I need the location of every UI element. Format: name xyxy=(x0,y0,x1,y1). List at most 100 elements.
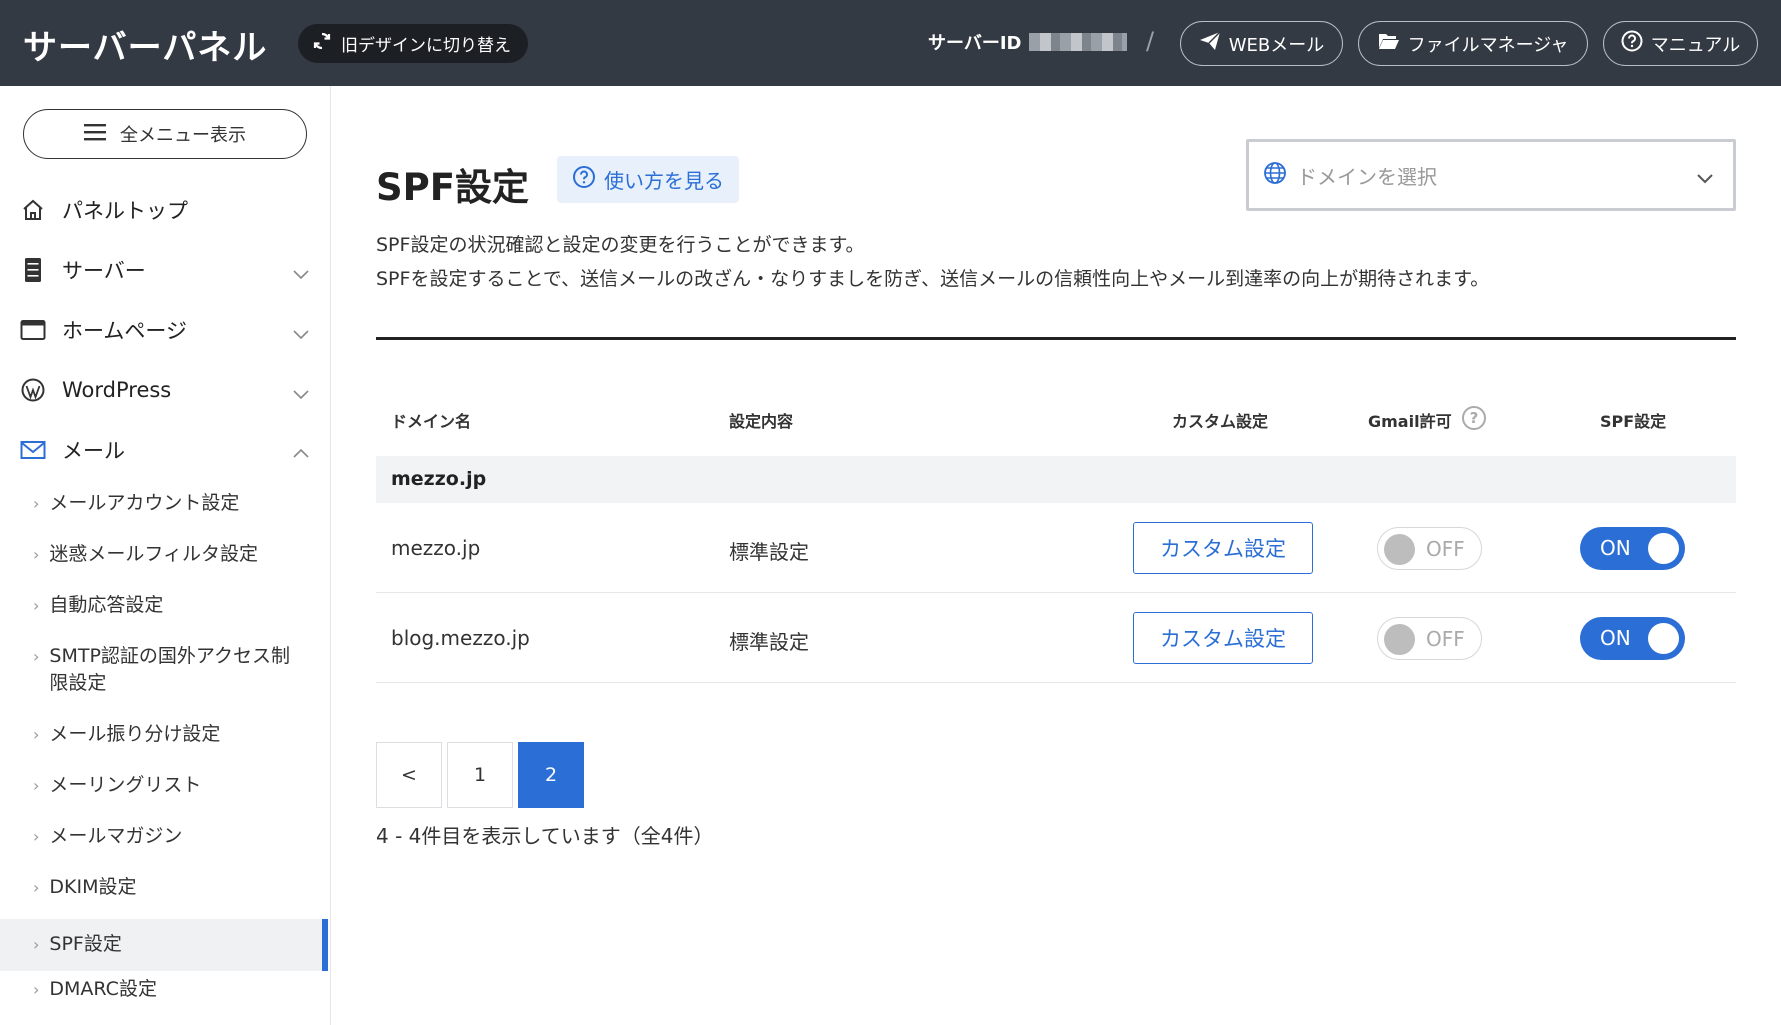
sidebar-item-label: メール xyxy=(62,439,125,463)
file-manager-button[interactable]: ファイルマネージャ xyxy=(1358,21,1588,66)
chevron-up-icon xyxy=(292,441,310,465)
sidebar-sub-mailing-list[interactable]: › メーリングリスト xyxy=(0,772,328,812)
sidebar-sub-mail-magazine[interactable]: › メールマガジン xyxy=(0,823,328,863)
row-setting: 標準設定 xyxy=(729,630,809,654)
wordpress-icon xyxy=(20,377,46,403)
sidebar-sub-label-wrap: SMTP認証の国外アクセス制 限設定 xyxy=(49,643,290,697)
server-id-masked-value xyxy=(1029,33,1128,51)
chevron-right-icon: › xyxy=(33,776,40,795)
chevron-right-icon: › xyxy=(33,494,40,513)
file-manager-label: ファイルマネージャ xyxy=(1407,34,1569,56)
custom-setting-button[interactable]: カスタム設定 xyxy=(1133,522,1313,574)
brand-title[interactable]: サーバーパネル xyxy=(23,20,267,69)
page-title: SPF設定 xyxy=(376,166,530,209)
sidebar-sub-label: 自動応答設定 xyxy=(49,594,164,616)
top-header: サーバーパネル 旧デザインに切り替え サーバーID / WEBメール ファイルマ… xyxy=(0,0,1781,86)
chevron-right-icon: › xyxy=(33,596,40,615)
question-circle-icon xyxy=(1621,30,1643,57)
switch-design-button[interactable]: 旧デザインに切り替え xyxy=(298,24,528,63)
custom-setting-button[interactable]: カスタム設定 xyxy=(1133,612,1313,664)
spf-toggle[interactable]: ON xyxy=(1580,527,1685,570)
domain-select-placeholder: ドメインを選択 xyxy=(1297,164,1437,189)
toggle-state: ON xyxy=(1600,536,1631,560)
sidebar-item-homepage[interactable]: ホームページ xyxy=(0,305,330,355)
row-domain: mezzo.jp xyxy=(391,536,481,560)
chevron-down-icon xyxy=(1695,166,1715,190)
sidebar-sub-smtp-foreign-access[interactable]: › SMTP認証の国外アクセス制 限設定 xyxy=(0,643,328,703)
toggle-knob xyxy=(1384,534,1415,565)
table-row: mezzo.jp 標準設定 カスタム設定 OFF ON xyxy=(376,503,1736,593)
home-icon xyxy=(20,197,46,223)
domain-select[interactable]: ドメインを選択 xyxy=(1246,139,1736,211)
column-header-domain: ドメイン名 xyxy=(391,412,472,431)
gmail-toggle[interactable]: OFF xyxy=(1377,527,1482,570)
sidebar-item-label: サーバー xyxy=(62,259,146,283)
chevron-right-icon: › xyxy=(33,980,40,999)
sidebar-sub-spam-filter[interactable]: › 迷惑メールフィルタ設定 xyxy=(0,541,328,581)
how-to-button[interactable]: 使い方を見る xyxy=(557,156,739,203)
how-to-label: 使い方を見る xyxy=(604,169,724,193)
sidebar-item-panel-top[interactable]: パネルトップ xyxy=(0,185,330,235)
sidebar-sub-mail-sorting[interactable]: › メール振り分け設定 xyxy=(0,721,328,761)
sidebar-sub-label: SPF設定 xyxy=(49,933,122,955)
sidebar-sub-label: 迷惑メールフィルタ設定 xyxy=(49,543,259,565)
sidebar-sub-label: メールアカウント設定 xyxy=(49,492,240,514)
sidebar-sub-dkim[interactable]: › DKIM設定 xyxy=(0,874,328,914)
gmail-help-icon[interactable]: ? xyxy=(1462,406,1486,430)
column-header-setting: 設定内容 xyxy=(729,412,794,431)
switch-design-label: 旧デザインに切り替え xyxy=(341,36,511,56)
sidebar-item-label: パネルトップ xyxy=(62,199,188,223)
spf-toggle[interactable]: ON xyxy=(1580,617,1685,660)
chevron-right-icon: › xyxy=(33,647,40,666)
browser-window-icon xyxy=(20,317,46,343)
toggle-state: OFF xyxy=(1426,537,1465,561)
manual-button[interactable]: マニュアル xyxy=(1603,21,1758,66)
chevron-right-icon: › xyxy=(33,827,40,846)
sidebar-item-server[interactable]: サーバー xyxy=(0,245,330,295)
all-menu-label: 全メニュー表示 xyxy=(120,125,246,146)
gmail-toggle[interactable]: OFF xyxy=(1377,617,1482,660)
toggle-state: OFF xyxy=(1426,627,1465,651)
sidebar-sub-spf[interactable]: › SPF設定 xyxy=(0,919,328,971)
column-header-custom: カスタム設定 xyxy=(1172,412,1269,431)
chevron-down-icon xyxy=(292,381,310,405)
hamburger-icon xyxy=(84,123,106,146)
sidebar-sub-mail-account[interactable]: › メールアカウント設定 xyxy=(0,490,328,530)
result-count: 4 - 4件目を表示しています（全4件） xyxy=(376,824,714,848)
manual-label: マニュアル xyxy=(1650,34,1741,56)
sidebar-sub-label: メール振り分け設定 xyxy=(49,723,221,745)
globe-icon xyxy=(1263,161,1287,190)
sidebar-item-wordpress[interactable]: WordPress xyxy=(0,365,330,415)
header-separator: / xyxy=(1146,27,1155,55)
group-domain-label: mezzo.jp xyxy=(391,468,487,490)
folder-open-icon xyxy=(1378,32,1400,55)
all-menu-button[interactable]: 全メニュー表示 xyxy=(23,109,307,159)
sidebar-sub-label: SMTP認証の国外アクセス制 xyxy=(49,645,290,667)
active-indicator xyxy=(322,919,328,971)
column-header-spf: SPF設定 xyxy=(1600,412,1667,431)
sidebar-sub-label: メーリングリスト xyxy=(49,774,202,796)
sidebar-sub-auto-reply[interactable]: › 自動応答設定 xyxy=(0,592,328,632)
sidebar-sub-label: DMARC設定 xyxy=(49,978,157,1000)
toggle-knob xyxy=(1648,623,1679,654)
page-description: SPF設定の状況確認と設定の変更を行うことができます。 SPFを設定することで、… xyxy=(376,228,1489,296)
section-divider xyxy=(376,337,1736,340)
paper-plane-icon xyxy=(1199,31,1221,56)
chevron-right-icon: › xyxy=(33,725,40,744)
question-circle-icon xyxy=(572,165,596,194)
sidebar: 全メニュー表示 パネルトップ サーバー ホームページ WordPress メール… xyxy=(0,86,331,1025)
webmail-button[interactable]: WEBメール xyxy=(1180,21,1343,66)
pagination-page-2[interactable]: 2 xyxy=(518,742,584,808)
chevron-right-icon: › xyxy=(33,878,40,897)
pagination-prev[interactable]: < xyxy=(376,742,442,808)
sidebar-sub-label-line2: 限設定 xyxy=(49,672,107,694)
pagination-page-1[interactable]: 1 xyxy=(447,742,513,808)
sidebar-item-label: WordPress xyxy=(62,378,172,402)
sidebar-item-label: ホームページ xyxy=(62,319,187,343)
sidebar-item-mail[interactable]: メール xyxy=(0,425,330,475)
server-icon xyxy=(20,257,46,283)
toggle-state: ON xyxy=(1600,626,1631,650)
toggle-knob xyxy=(1384,624,1415,655)
sidebar-sub-dmarc[interactable]: › DMARC設定 xyxy=(0,976,328,1016)
server-id: サーバーID xyxy=(928,29,1128,55)
